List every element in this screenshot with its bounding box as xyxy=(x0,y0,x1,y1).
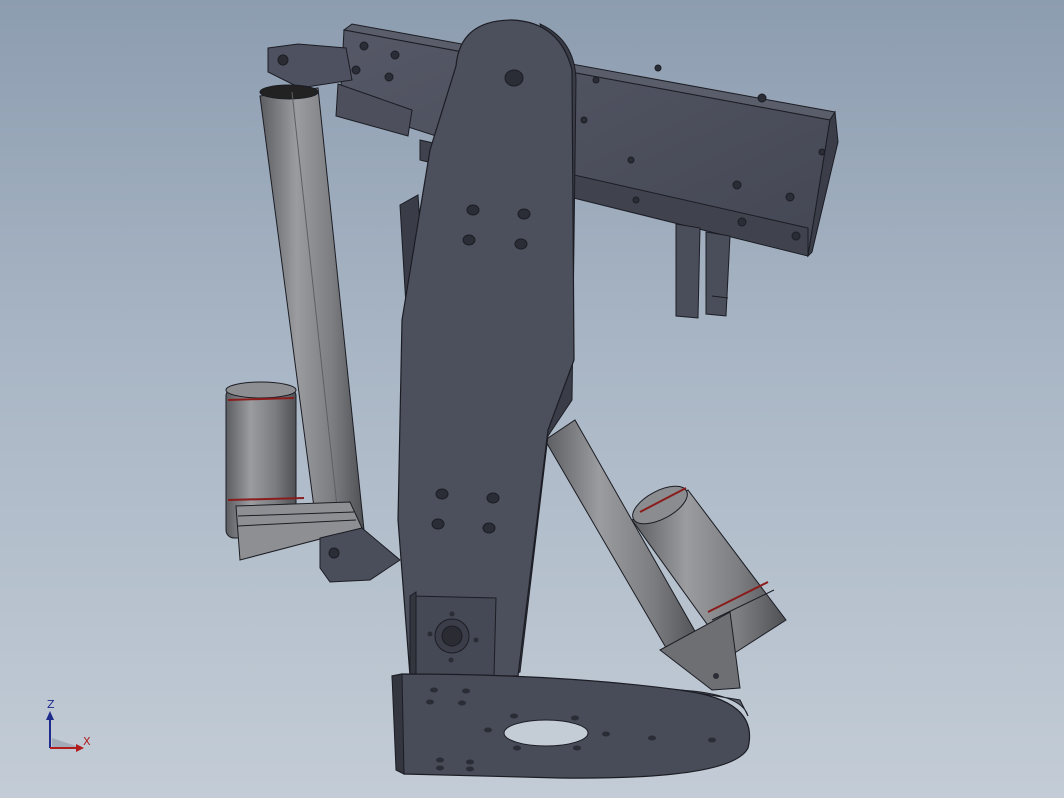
right-linear-actuator[interactable] xyxy=(544,419,787,691)
z-axis-label: Z xyxy=(47,698,55,711)
left-linear-actuator[interactable] xyxy=(225,84,401,583)
x-axis-label: X xyxy=(83,735,91,748)
axis-triad: Z X xyxy=(38,696,98,756)
graphics-viewport[interactable]: Z X xyxy=(0,0,1064,798)
cad-model[interactable] xyxy=(0,0,1064,798)
foot-plate[interactable] xyxy=(391,673,751,779)
